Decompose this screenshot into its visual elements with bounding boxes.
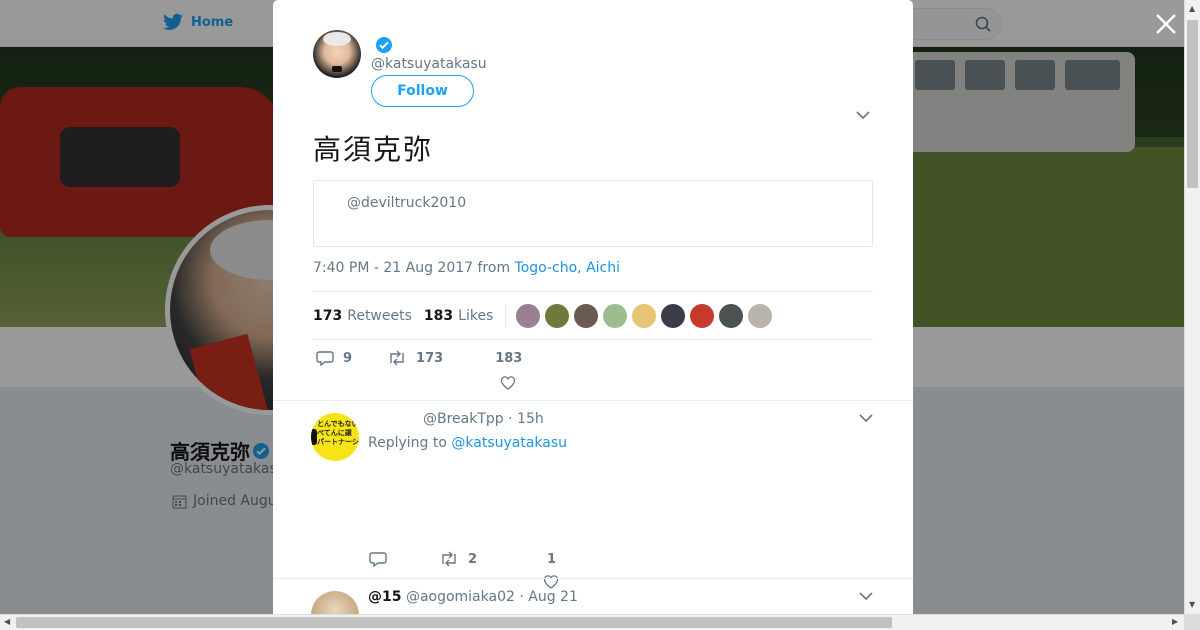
liker-avatar[interactable] — [719, 303, 744, 328]
like-count: 1 — [547, 551, 557, 567]
verified-icon — [376, 37, 392, 53]
retweets-stat[interactable]: 173 Retweets — [313, 308, 412, 324]
liker-avatar[interactable] — [748, 303, 773, 328]
reply-button[interactable] — [369, 551, 387, 567]
close-modal-button[interactable] — [1154, 12, 1178, 36]
reply-avatar-text-line: パートナーシ — [317, 438, 359, 446]
likes-stat[interactable]: 183 Likes — [424, 308, 493, 324]
liker-avatar[interactable] — [690, 303, 715, 328]
retweet-count: 2 — [468, 551, 478, 567]
vertical-scrollbar[interactable]: ▲ ▼ — [1184, 0, 1200, 614]
reply-header: @15 @aogomiaka02 · Aug 21 — [368, 589, 578, 605]
retweet-count: 173 — [416, 350, 444, 366]
tweet-meta: 7:40 PM - 21 Aug 2017 from Togo-cho, Aic… — [313, 260, 620, 276]
like-count: 183 — [495, 350, 523, 366]
reply-avatar-text-line: ぺてんに譲 — [317, 429, 352, 437]
reply-handle[interactable]: @aogomiaka02 — [406, 589, 515, 605]
tweet-text: 高須克弥 — [313, 133, 434, 166]
horizontal-scroll-thumb[interactable] — [16, 617, 892, 628]
reply-avatar[interactable] — [311, 591, 359, 614]
chevron-down-icon[interactable] — [856, 110, 870, 120]
like-button[interactable]: 183 — [495, 351, 522, 366]
heart-icon[interactable] — [500, 375, 516, 391]
reply-count: 9 — [343, 350, 353, 366]
reply-avatar-text: とんでもない ぺてんに譲 パートナーシ — [317, 420, 359, 447]
retweet-button[interactable]: 173 — [387, 350, 443, 366]
replying-to-link[interactable]: @katsuyatakasu — [451, 435, 567, 451]
reply-tweet[interactable]: @15 @aogomiaka02 · Aug 21 — [273, 579, 913, 614]
replying-to: Replying to @katsuyatakasu — [368, 435, 567, 451]
chevron-down-icon[interactable] — [859, 413, 873, 423]
retweet-icon — [390, 350, 404, 366]
liker-avatar[interactable] — [516, 303, 541, 328]
liker-avatar[interactable] — [545, 303, 570, 328]
retweets-label: Retweets — [347, 307, 412, 324]
reply-time[interactable]: 15h — [517, 411, 544, 427]
reply-name[interactable]: @15 — [368, 589, 401, 605]
reply-avatar-text-line: とんでもない — [317, 420, 359, 428]
reply-tweet[interactable]: とんでもない ぺてんに譲 パートナーシ @BreakTpp · 15h Replyi… — [273, 401, 913, 589]
retweet-button[interactable]: 2 — [439, 551, 477, 567]
reply-avatar[interactable]: とんでもない ぺてんに譲 パートナーシ — [311, 413, 359, 461]
reply-header: @BreakTpp · 15h — [423, 411, 544, 427]
tweet-location-link[interactable]: Togo-cho, Aichi — [515, 260, 620, 276]
likes-count: 183 — [423, 307, 454, 324]
tweet-from-word: from — [477, 260, 511, 276]
reply-icon — [316, 351, 334, 366]
liker-avatar[interactable] — [603, 303, 628, 328]
scroll-left-arrow[interactable]: ◀ — [4, 617, 10, 626]
quoted-handle: @deviltruck2010 — [347, 195, 467, 211]
like-button[interactable]: 1 — [543, 551, 559, 589]
author-handle[interactable]: @katsuyatakasu — [371, 56, 487, 72]
likes-label: Likes — [458, 307, 494, 324]
chevron-down-icon[interactable] — [859, 591, 873, 601]
scroll-right-arrow[interactable]: ▶ — [1172, 617, 1178, 626]
follow-button[interactable]: Follow — [371, 75, 474, 107]
scroll-up-arrow[interactable]: ▲ — [1189, 4, 1195, 13]
tweet-actions: 9 173 183 — [313, 350, 522, 366]
author-avatar[interactable] — [313, 30, 361, 78]
vertical-scroll-thumb[interactable] — [1187, 20, 1198, 188]
tweet-modal: @katsuyatakasu Follow 高須克弥 @deviltruck20… — [273, 0, 913, 614]
reply-icon — [369, 552, 387, 567]
replying-to-prefix: Replying to — [368, 435, 447, 451]
retweet-icon — [442, 551, 456, 567]
likers-avatars — [516, 303, 773, 328]
liker-avatar[interactable] — [574, 303, 599, 328]
reply-actions: 2 1 — [369, 551, 559, 589]
liker-avatar[interactable] — [661, 303, 686, 328]
tweet-stats: 173 Retweets 183 Likes — [313, 291, 873, 340]
tweet-timestamp: 7:40 PM - 21 Aug 2017 — [313, 260, 474, 276]
scrollbar-corner — [1184, 614, 1200, 630]
reply-button[interactable]: 9 — [316, 350, 352, 366]
quoted-tweet[interactable]: @deviltruck2010 — [313, 180, 873, 247]
reply-handle[interactable]: @BreakTpp — [423, 411, 504, 427]
reply-time[interactable]: Aug 21 — [528, 589, 578, 605]
horizontal-scrollbar[interactable]: ◀ ▶ — [0, 614, 1184, 630]
close-icon — [1156, 14, 1176, 34]
retweets-count: 173 — [313, 307, 343, 324]
scroll-down-arrow[interactable]: ▼ — [1189, 600, 1195, 609]
liker-avatar[interactable] — [632, 303, 657, 328]
